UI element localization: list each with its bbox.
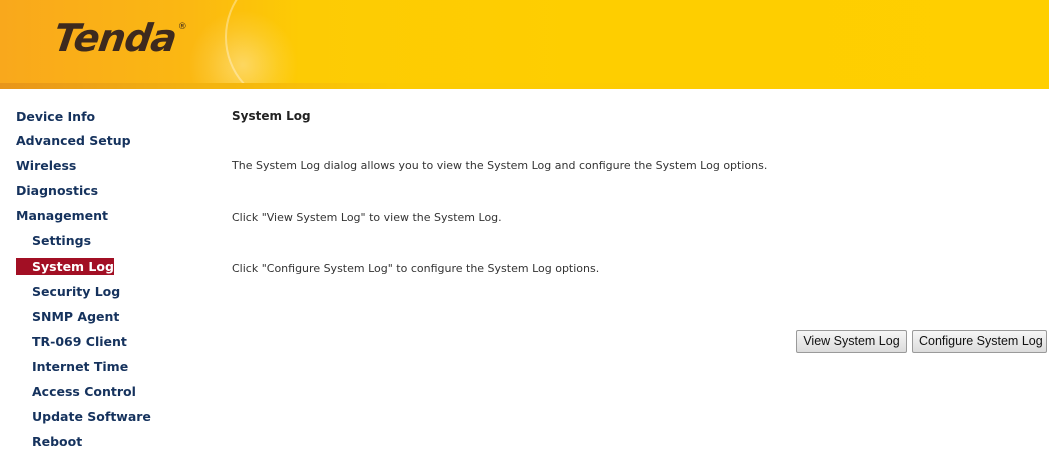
configure-system-log-button[interactable]: Configure System Log [912,330,1047,353]
sidebar-item-reboot[interactable]: Reboot [32,433,82,450]
header-banner: Tenda ® [0,0,1049,89]
logo-text: Tenda [50,16,179,60]
sidebar-item-security-log[interactable]: Security Log [32,283,120,300]
tenda-logo: Tenda ® [50,16,187,60]
sidebar-item-advanced-setup[interactable]: Advanced Setup [16,132,131,149]
sidebar-item-device-info[interactable]: Device Info [16,108,95,125]
view-instruction-text: Click "View System Log" to view the Syst… [232,211,502,224]
view-system-log-button[interactable]: View System Log [796,330,907,353]
page-title: System Log [232,109,311,123]
sidebar-item-tr069-client[interactable]: TR-069 Client [32,333,127,350]
header-arc-decoration [225,0,349,89]
sidebar-item-settings[interactable]: Settings [32,232,91,249]
sidebar-item-snmp-agent[interactable]: SNMP Agent [32,308,119,325]
header-bottom-strip [0,83,1049,89]
configure-instruction-text: Click "Configure System Log" to configur… [232,262,600,275]
sidebar-item-update-software[interactable]: Update Software [32,408,151,425]
sidebar-item-wireless[interactable]: Wireless [16,157,76,174]
sidebar-item-system-log[interactable]: System Log [16,258,114,275]
sidebar-item-management[interactable]: Management [16,207,108,224]
sidebar-item-access-control[interactable]: Access Control [32,383,136,400]
description-text: The System Log dialog allows you to view… [232,159,768,172]
sidebar-item-diagnostics[interactable]: Diagnostics [16,182,98,199]
sidebar-item-internet-time[interactable]: Internet Time [32,358,128,375]
registered-mark: ® [177,22,187,32]
